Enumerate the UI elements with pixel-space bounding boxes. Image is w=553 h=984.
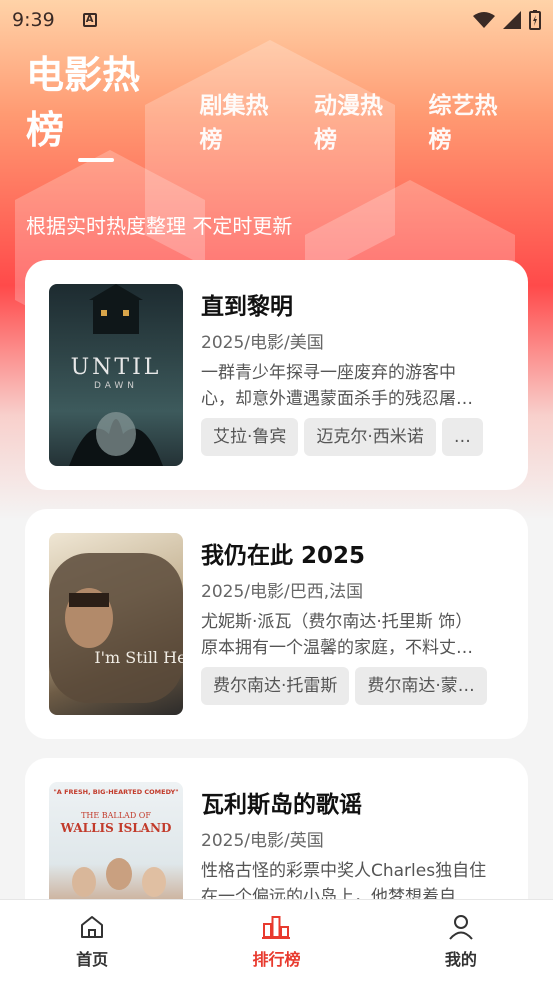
movie-meta: 2025/电影/英国	[201, 831, 324, 851]
poster-title-text: WALLIS ISLAND	[60, 821, 172, 835]
status-bar: 9:39 A	[0, 0, 553, 40]
nav-ranking[interactable]: 排行榜	[184, 900, 368, 984]
movie-poster: I'm Still Here	[49, 533, 183, 715]
ranking-icon	[262, 916, 291, 939]
cast-chips: 艾拉·鲁宾 迈克尔·西米诺 …	[201, 418, 504, 456]
poster-title-text: UNTIL	[71, 355, 162, 380]
poster-subtitle-text: DAWN	[94, 381, 138, 391]
poster-art: UNTIL DAWN	[69, 284, 163, 466]
movie-title: 我仍在此 2025	[201, 543, 366, 569]
poster-top-text: THE BALLAD OF	[81, 811, 151, 820]
movie-info: 直到黎明 2025/电影/美国 一群青少年探寻一座废弃的游客中 心，却意外遭遇蒙…	[201, 290, 504, 456]
movie-description: 尤妮斯·派瓦（费尔南达·托里斯 饰） 原本拥有一个温馨的家庭，不料丈…	[201, 609, 504, 661]
movie-meta: 2025/电影/美国	[201, 333, 324, 353]
movie-info: 我仍在此 2025 2025/电影/巴西,法国 尤妮斯·派瓦（费尔南达·托里斯 …	[201, 539, 504, 705]
subtitle: 根据实时热度整理 不定时更新	[26, 214, 293, 238]
poster-title-text: I'm Still Here	[94, 648, 183, 667]
cast-more-chip[interactable]: …	[441, 418, 483, 456]
active-tab-indicator	[78, 158, 114, 162]
movie-description-line: 尤妮斯·派瓦（费尔南达·托里斯 饰）	[201, 612, 473, 632]
nav-ranking-label: 排行榜	[252, 950, 301, 969]
battery-icon	[529, 10, 541, 30]
movie-poster: UNTIL DAWN	[49, 284, 183, 466]
tab-movies[interactable]: 电影热榜	[26, 44, 176, 160]
movie-card[interactable]: I'm Still Here 我仍在此 2025 2025/电影/巴西,法国 尤…	[25, 509, 528, 739]
status-time: 9:39	[12, 9, 55, 31]
movie-card[interactable]: UNTIL DAWN 直到黎明 2025/电影/美国 一群青少年探寻一座废弃的游…	[25, 260, 528, 490]
cast-chip[interactable]: 艾拉·鲁宾	[201, 418, 299, 456]
tab-variety[interactable]: 综艺热榜	[429, 86, 519, 160]
nav-home-label: 首页	[76, 950, 109, 969]
signal-icon	[503, 11, 521, 29]
cast-chip[interactable]: 费尔南达·托雷斯	[201, 667, 350, 705]
movie-description-line: 心，却意外遭遇蒙面杀手的残忍屠…	[201, 389, 473, 409]
movie-meta: 2025/电影/巴西,法国	[201, 582, 364, 602]
nav-home[interactable]: 首页	[0, 900, 184, 984]
movie-title: 直到黎明	[201, 294, 293, 320]
movie-title: 瓦利斯岛的歌谣	[201, 792, 362, 818]
movie-info: 瓦利斯岛的歌谣 2025/电影/英国 性格古怪的彩票中奖人Charles独自住 …	[201, 788, 504, 910]
nav-profile[interactable]: 我的	[369, 900, 553, 984]
notification-a-icon: A	[82, 13, 97, 27]
movie-description: 一群青少年探寻一座废弃的游客中 心，却意外遭遇蒙面杀手的残忍屠…	[201, 360, 504, 412]
cast-chips: 费尔南达·托雷斯 费尔南达·蒙…	[201, 667, 504, 705]
cast-chip[interactable]: 费尔南达·蒙…	[355, 667, 487, 705]
nav-profile-label: 我的	[444, 950, 477, 969]
wifi-icon	[473, 12, 495, 28]
category-tabs: 电影热榜 剧集热榜 动漫热榜 综艺热榜	[26, 53, 543, 160]
home-icon	[81, 916, 104, 938]
movie-description-line: 性格古怪的彩票中奖人Charles独自住	[201, 861, 487, 881]
poster-art: I'm Still Here	[49, 553, 183, 703]
bottom-nav: 首页 排行榜 我的	[0, 899, 553, 984]
movie-description-line: 原本拥有一个温馨的家庭，不料丈…	[201, 638, 473, 658]
cast-chip[interactable]: 迈克尔·西米诺	[304, 418, 436, 456]
poster-quote-text: "A FRESH, BIG-HEARTED COMEDY"	[53, 788, 178, 796]
profile-icon	[449, 915, 473, 940]
tab-anime[interactable]: 动漫热榜	[314, 86, 404, 160]
tab-series[interactable]: 剧集热榜	[200, 86, 290, 160]
movie-description-line: 一群青少年探寻一座废弃的游客中	[201, 363, 456, 383]
